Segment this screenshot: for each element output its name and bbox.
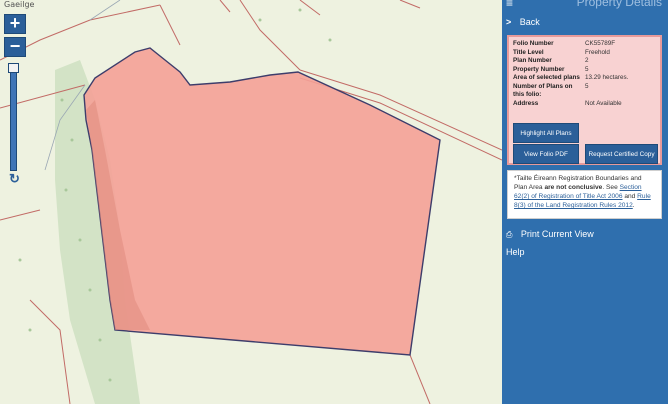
detail-label: Property Number	[513, 65, 565, 73]
detail-value: 5	[585, 82, 589, 90]
table-row: Address Not Available	[513, 100, 658, 109]
table-row: Folio Number CK55789F	[513, 40, 658, 49]
detail-value: Freehold	[585, 48, 610, 56]
table-row: Area of selected plans 13.29 hectares.	[513, 74, 658, 83]
detail-label: Address	[513, 99, 539, 107]
hamburger-icon[interactable]: ≡	[506, 0, 513, 9]
property-details-table: Folio Number CK55789F Title Level Freeho…	[513, 40, 658, 108]
detail-value: 13.29 hectares.	[585, 74, 629, 81]
zoom-in-button[interactable]: +	[4, 14, 26, 34]
disclaimer-text: and	[622, 193, 638, 200]
detail-label: Number of Plans on this folio:	[513, 82, 573, 99]
table-row: Number of Plans on this folio: 5	[513, 83, 658, 100]
printer-icon: ⎙	[506, 230, 513, 239]
detail-label: Plan Number	[513, 57, 552, 64]
print-label: Print Current View	[520, 229, 594, 239]
detail-label: Folio Number	[513, 40, 554, 47]
disclaimer-box: *Tailte Éireann Registration Boundaries …	[507, 170, 662, 219]
detail-value: 5	[585, 65, 589, 73]
highlight-all-plans-button[interactable]: Highlight All Plans	[513, 123, 579, 143]
detail-label: Area of selected plans	[513, 74, 580, 81]
request-certified-copy-button[interactable]: Request Certified Copy	[585, 144, 658, 164]
zoom-slider-handle[interactable]	[8, 63, 19, 73]
view-folio-pdf-button[interactable]: View Folio PDF	[513, 144, 579, 164]
print-current-view-link[interactable]: ⎙ Print Current View	[506, 229, 594, 240]
table-row: Property Number 5	[513, 66, 658, 75]
table-row: Title Level Freehold	[513, 49, 658, 58]
chevron-right-icon: >	[506, 17, 512, 27]
detail-value: CK55789F	[585, 40, 616, 47]
refresh-icon[interactable]: ↻	[8, 172, 21, 185]
disclaimer-text: .	[632, 202, 635, 209]
detail-value: Not Available	[585, 99, 622, 107]
panel-header: ≡ Property Details	[502, 0, 668, 10]
detail-value: 2	[585, 57, 589, 64]
map-view[interactable]: Gaeilge + − ↻	[0, 0, 502, 404]
table-row: Plan Number 2	[513, 57, 658, 66]
property-details-card: Folio Number CK55789F Title Level Freeho…	[507, 35, 662, 165]
disclaimer-text: . See	[602, 184, 620, 191]
zoom-out-button[interactable]: −	[4, 37, 26, 57]
language-link[interactable]: Gaeilge	[4, 0, 34, 9]
back-label: Back	[519, 17, 540, 27]
back-link[interactable]: > Back	[506, 17, 540, 27]
zoom-slider[interactable]	[10, 63, 17, 171]
property-details-panel: ≡ Property Details > Back Folio Number C…	[502, 0, 668, 404]
disclaimer-bold: are not conclusive	[544, 184, 603, 191]
panel-title: Property Details	[576, 0, 662, 9]
map-canvas[interactable]	[0, 0, 502, 404]
detail-label: Title Level	[513, 48, 544, 56]
help-link[interactable]: Help	[506, 247, 525, 257]
